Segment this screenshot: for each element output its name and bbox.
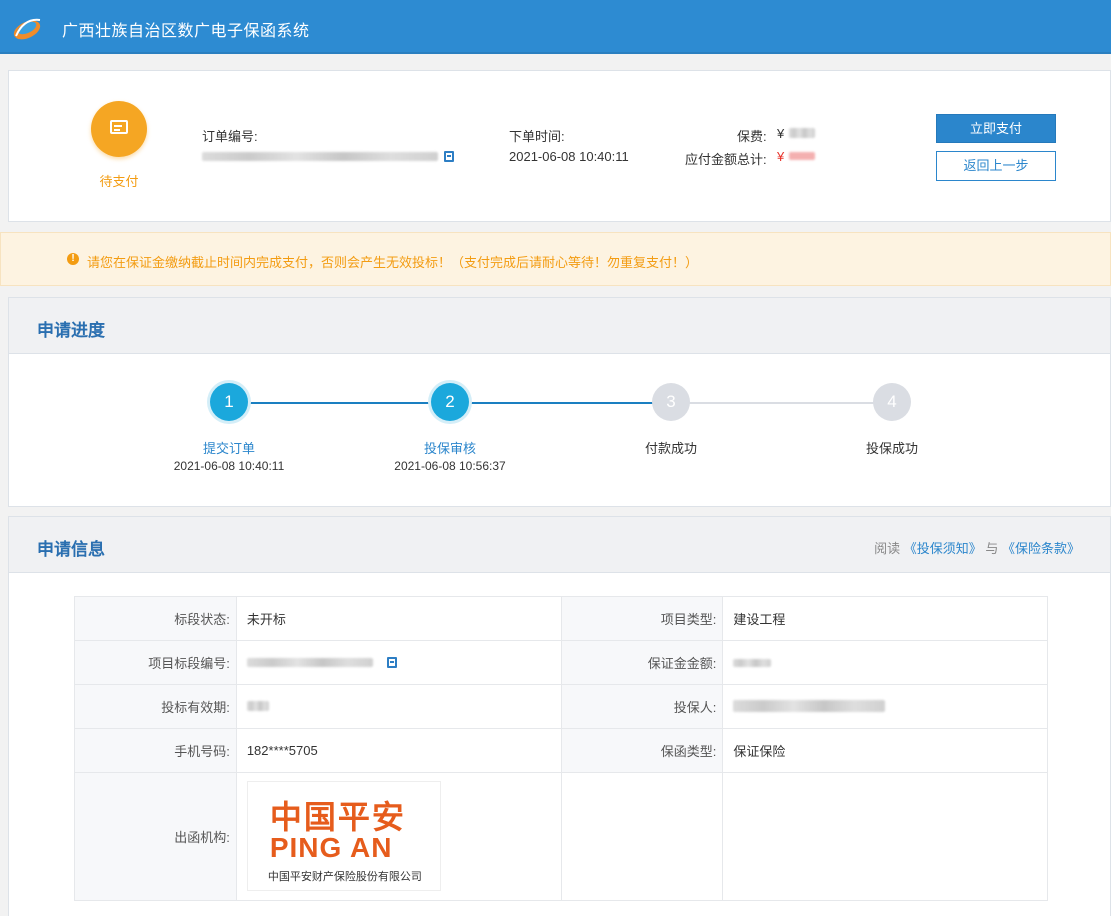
phone-value: 182****5705 bbox=[235, 728, 562, 773]
premium-value-redacted bbox=[789, 128, 815, 138]
guarantee-type-value: 保证保险 bbox=[722, 728, 1048, 773]
step-1-circle: 1 bbox=[210, 383, 248, 421]
order-no-value-redacted bbox=[202, 152, 438, 161]
order-no-label: 订单编号: bbox=[202, 129, 258, 144]
step-3-name: 付款成功 bbox=[644, 441, 697, 456]
section-status-value: 未开标 bbox=[235, 596, 562, 641]
premium-currency: ¥ bbox=[777, 126, 785, 141]
step-1-name: 提交订单 bbox=[202, 441, 255, 456]
order-time-label: 下单时间: bbox=[509, 129, 565, 144]
progress-title: 申请进度 bbox=[37, 321, 105, 340]
order-summary-card: 待支付 订单编号: 下单时间: 2021-06-08 10:40:11 保费: … bbox=[8, 70, 1111, 222]
copy-icon[interactable] bbox=[444, 151, 454, 162]
total-label: 应付金额总计: bbox=[685, 152, 767, 167]
pay-now-button[interactable]: 立即支付 bbox=[936, 114, 1056, 143]
section-no-redacted bbox=[246, 658, 373, 667]
total-currency: ¥ bbox=[777, 149, 785, 164]
project-type-label: 项目类型: bbox=[560, 596, 724, 641]
table-row: 标段状态: 未开标 项目类型: 建设工程 bbox=[74, 596, 1048, 641]
pingan-logo: 中国平安 PING AN 中国平安财产保险股份有限公司 bbox=[246, 781, 441, 891]
pingan-logo-en: PING AN bbox=[269, 832, 393, 863]
info-title: 申请信息 bbox=[37, 540, 105, 559]
section-status-label: 标段状态: bbox=[74, 596, 237, 641]
insured-cell bbox=[722, 684, 1048, 729]
table-row: 手机号码: 182****5705 保函类型: 保证保险 bbox=[74, 728, 1048, 773]
empty-cell bbox=[560, 772, 724, 901]
bid-validity-cell bbox=[235, 684, 562, 729]
guarantee-type-label: 保函类型: bbox=[560, 728, 724, 773]
step-4-circle: 4 bbox=[873, 383, 911, 421]
notice-text: 请您在保证金缴纳截止时间内完成支付，否则会产生无效投标！（支付完成后请耐心等待！… bbox=[87, 255, 699, 270]
progress-steps: 1 提交订单 2021-06-08 10:40:11 2 投保审核 2021-0… bbox=[8, 353, 1111, 507]
step-4-name: 投保成功 bbox=[865, 441, 918, 456]
premium-label: 保费: bbox=[737, 129, 767, 144]
deposit-redacted bbox=[733, 659, 772, 667]
info-table: 标段状态: 未开标 项目类型: 建设工程 项目标段编号: 保证金金额: 投标有效… bbox=[74, 596, 1048, 901]
step-2-name: 投保审核 bbox=[423, 441, 476, 456]
insurance-terms-link[interactable]: 《保险条款》 bbox=[1002, 541, 1080, 556]
order-time-value: 2021-06-08 10:40:11 bbox=[509, 149, 629, 164]
read-prefix: 阅读 bbox=[874, 541, 901, 556]
bid-validity-label: 投标有效期: bbox=[74, 684, 237, 729]
issuer-company-name: 中国平安财产保险股份有限公司 bbox=[267, 871, 422, 883]
insured-redacted bbox=[733, 700, 886, 712]
insured-label: 投保人: bbox=[560, 684, 724, 729]
bid-validity-redacted bbox=[246, 701, 269, 711]
section-no-label: 项目标段编号: bbox=[74, 640, 237, 685]
info-panel: 标段状态: 未开标 项目类型: 建设工程 项目标段编号: 保证金金额: 投标有效… bbox=[8, 572, 1111, 916]
warning-icon: ! bbox=[67, 253, 79, 265]
info-section-header: 申请信息 阅读 《投保须知》 与 《保险条款》 bbox=[8, 516, 1111, 572]
issuer-label: 出函机构: bbox=[74, 772, 237, 901]
phone-label: 手机号码: bbox=[74, 728, 237, 773]
project-type-value: 建设工程 bbox=[722, 596, 1048, 641]
app-title: 广西壮族自治区数广电子保函系统 bbox=[62, 23, 310, 40]
pending-status-icon bbox=[91, 101, 147, 157]
total-value-redacted bbox=[789, 152, 815, 160]
deposit-label: 保证金金额: bbox=[560, 640, 724, 685]
read-and: 与 bbox=[985, 541, 999, 556]
table-row: 项目标段编号: 保证金金额: bbox=[74, 640, 1048, 685]
order-status: 待支付 bbox=[99, 174, 139, 189]
issuer-cell: 中国平安 PING AN 中国平安财产保险股份有限公司 bbox=[235, 772, 562, 901]
copy-icon[interactable] bbox=[386, 657, 397, 668]
payment-notice: ! 请您在保证金缴纳截止时间内完成支付，否则会产生无效投标！（支付完成后请耐心等… bbox=[0, 232, 1111, 286]
section-no-cell bbox=[235, 640, 562, 685]
step-1-time: 2021-06-08 10:40:11 bbox=[173, 459, 285, 473]
table-row: 投标有效期: 投保人: bbox=[74, 684, 1048, 729]
deposit-cell bbox=[722, 640, 1048, 685]
back-button[interactable]: 返回上一步 bbox=[936, 151, 1056, 181]
empty-cell bbox=[722, 772, 1048, 901]
top-bar: 广西壮族自治区数广电子保函系统 bbox=[0, 0, 1111, 54]
read-terms: 阅读 《投保须知》 与 《保险条款》 bbox=[874, 538, 1080, 557]
step-3-circle: 3 bbox=[652, 383, 690, 421]
step-2-time: 2021-06-08 10:56:37 bbox=[394, 459, 506, 473]
card-icon bbox=[110, 120, 128, 134]
table-row: 出函机构: 中国平安 PING AN 中国平安财产保险股份有限公司 bbox=[74, 772, 1048, 901]
progress-line-todo bbox=[671, 402, 893, 404]
step-2-circle: 2 bbox=[431, 383, 469, 421]
progress-section-header: 申请进度 bbox=[8, 297, 1111, 353]
system-logo-icon bbox=[13, 18, 41, 40]
insurance-notice-link[interactable]: 《投保须知》 bbox=[904, 541, 982, 556]
